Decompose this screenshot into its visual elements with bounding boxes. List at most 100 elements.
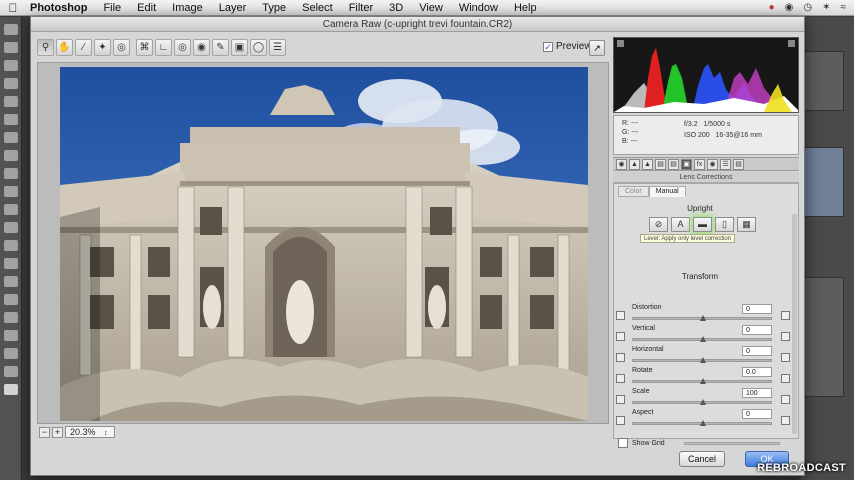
slider-thumb[interactable] (700, 420, 706, 426)
zoom-tool-icon[interactable] (3, 366, 18, 377)
trevi-fountain-photo[interactable] (60, 67, 588, 421)
tab-effects-icon[interactable]: fx (694, 158, 705, 170)
menu-select[interactable]: Select (294, 2, 341, 14)
menu-layer[interactable]: Layer (211, 2, 255, 14)
time-machine-icon[interactable]: ◷ (803, 2, 812, 13)
aspect-value[interactable]: 0 (742, 409, 772, 419)
rotate-value[interactable]: 0.0 (742, 367, 772, 377)
hand-icon[interactable]: ✋ (56, 39, 73, 56)
scale-value[interactable]: 100 (742, 388, 772, 398)
zoom-in-button[interactable]: + (52, 426, 63, 438)
record-icon[interactable]: ● (769, 2, 775, 13)
upright-auto-icon[interactable]: A (671, 217, 690, 232)
zoom-out-button[interactable]: − (39, 426, 50, 438)
zoom-icon[interactable]: ⚲ (37, 39, 54, 56)
fullscreen-icon[interactable]: ↗ (589, 40, 605, 56)
upright-vertical-icon[interactable]: ▯ (715, 217, 734, 232)
tab-snapshots-icon[interactable]: ▤ (733, 158, 744, 170)
tab-hsl-icon[interactable]: ▤ (655, 158, 666, 170)
wifi-icon[interactable]: ≈ (841, 2, 847, 13)
pen-tool-icon[interactable] (3, 276, 18, 287)
slider-thumb[interactable] (700, 336, 706, 342)
history-brush-tool-icon[interactable] (3, 186, 18, 197)
tab-lens-corrections-icon[interactable]: ▣ (681, 158, 692, 170)
distortion-slider[interactable] (632, 315, 772, 321)
menu-app-name[interactable]: Photoshop (26, 2, 95, 14)
menu-window[interactable]: Window (451, 2, 506, 14)
preferences-icon[interactable]: ☰ (269, 39, 286, 56)
apple-menu-icon[interactable]:  (0, 1, 26, 15)
zoom-level-select[interactable]: 20.3% ↕ (65, 426, 115, 438)
scale-slider[interactable] (632, 399, 772, 405)
crop-icon[interactable]: ⌘ (136, 39, 153, 56)
dodge-tool-icon[interactable] (3, 258, 18, 269)
image-canvas[interactable] (37, 62, 609, 424)
tab-detail-icon[interactable]: ▲ (642, 158, 653, 170)
upright-full-icon[interactable]: ▦ (737, 217, 756, 232)
shape-tool-icon[interactable] (3, 330, 18, 341)
horizontal-slider[interactable] (632, 357, 772, 363)
tab-camera-calibration-icon[interactable]: ◉ (707, 158, 718, 170)
brush-tool-icon[interactable] (3, 150, 18, 161)
eyedropper-tool-icon[interactable] (3, 114, 18, 125)
subtab-color[interactable]: Color (618, 186, 649, 197)
horizontal-value[interactable]: 0 (742, 346, 772, 356)
eraser-tool-icon[interactable] (3, 204, 18, 215)
menu-file[interactable]: File (95, 2, 129, 14)
vertical-value[interactable]: 0 (742, 325, 772, 335)
eye-icon[interactable]: ◉ (785, 2, 794, 13)
marquee-tool-icon[interactable] (3, 42, 18, 53)
bluetooth-icon[interactable]: ✶ (822, 2, 830, 13)
path-select-tool-icon[interactable] (3, 312, 18, 323)
stamp-tool-icon[interactable] (3, 168, 18, 179)
menu-3d[interactable]: 3D (381, 2, 411, 14)
menu-image[interactable]: Image (164, 2, 211, 14)
menu-view[interactable]: View (411, 2, 451, 14)
hand-tool-icon[interactable] (3, 348, 18, 359)
upright-off-icon[interactable]: ⊘ (649, 217, 668, 232)
preview-toggle[interactable]: ✓ Preview (543, 41, 592, 52)
tab-basic-icon[interactable]: ◉ (616, 158, 627, 170)
preview-checkbox[interactable]: ✓ (543, 41, 553, 52)
targeted-adjust-icon[interactable]: ◎ (113, 39, 130, 56)
shadow-clipping-icon[interactable] (617, 40, 624, 47)
gradient-tool-icon[interactable] (3, 222, 18, 233)
slider-thumb[interactable] (700, 399, 706, 405)
straighten-icon[interactable]: ∟ (155, 39, 172, 56)
lasso-tool-icon[interactable] (3, 60, 18, 71)
distortion-value[interactable]: 0 (742, 304, 772, 314)
menu-filter[interactable]: Filter (341, 2, 381, 14)
crop-tool-icon[interactable] (3, 96, 18, 107)
tab-presets-icon[interactable]: ☰ (720, 158, 731, 170)
subtab-manual[interactable]: Manual (648, 186, 686, 197)
quick-select-tool-icon[interactable] (3, 78, 18, 89)
menu-edit[interactable]: Edit (129, 2, 164, 14)
radial-filter-icon[interactable]: ◯ (250, 39, 267, 56)
tab-tone-curve-icon[interactable]: ▲ (629, 158, 640, 170)
healing-tool-icon[interactable] (3, 132, 18, 143)
grid-size-slider[interactable] (684, 442, 780, 445)
red-eye-icon[interactable]: ◉ (193, 39, 210, 56)
menu-type[interactable]: Type (254, 2, 294, 14)
tab-split-toning-icon[interactable]: ▤ (668, 158, 679, 170)
highlight-clipping-icon[interactable] (788, 40, 795, 47)
slider-thumb[interactable] (700, 357, 706, 363)
slider-thumb[interactable] (700, 315, 706, 321)
panel-scrollbar[interactable] (792, 214, 797, 434)
upright-level-icon[interactable]: ▬ (693, 217, 712, 232)
color-swatch-icon[interactable] (3, 384, 18, 395)
spot-removal-icon[interactable]: ◎ (174, 39, 191, 56)
menu-help[interactable]: Help (506, 2, 545, 14)
blur-tool-icon[interactable] (3, 240, 18, 251)
rotate-slider[interactable] (632, 378, 772, 384)
color-sampler-icon[interactable]: ✦ (94, 39, 111, 56)
aspect-slider[interactable] (632, 420, 772, 426)
adjustment-brush-icon[interactable]: ✎ (212, 39, 229, 56)
type-tool-icon[interactable] (3, 294, 18, 305)
cancel-button[interactable]: Cancel (679, 451, 725, 467)
show-grid-checkbox[interactable] (618, 438, 628, 448)
slider-thumb[interactable] (700, 378, 706, 384)
white-balance-icon[interactable]: ∕ (75, 39, 92, 56)
move-tool-icon[interactable] (3, 24, 18, 35)
graduated-filter-icon[interactable]: ▣ (231, 39, 248, 56)
